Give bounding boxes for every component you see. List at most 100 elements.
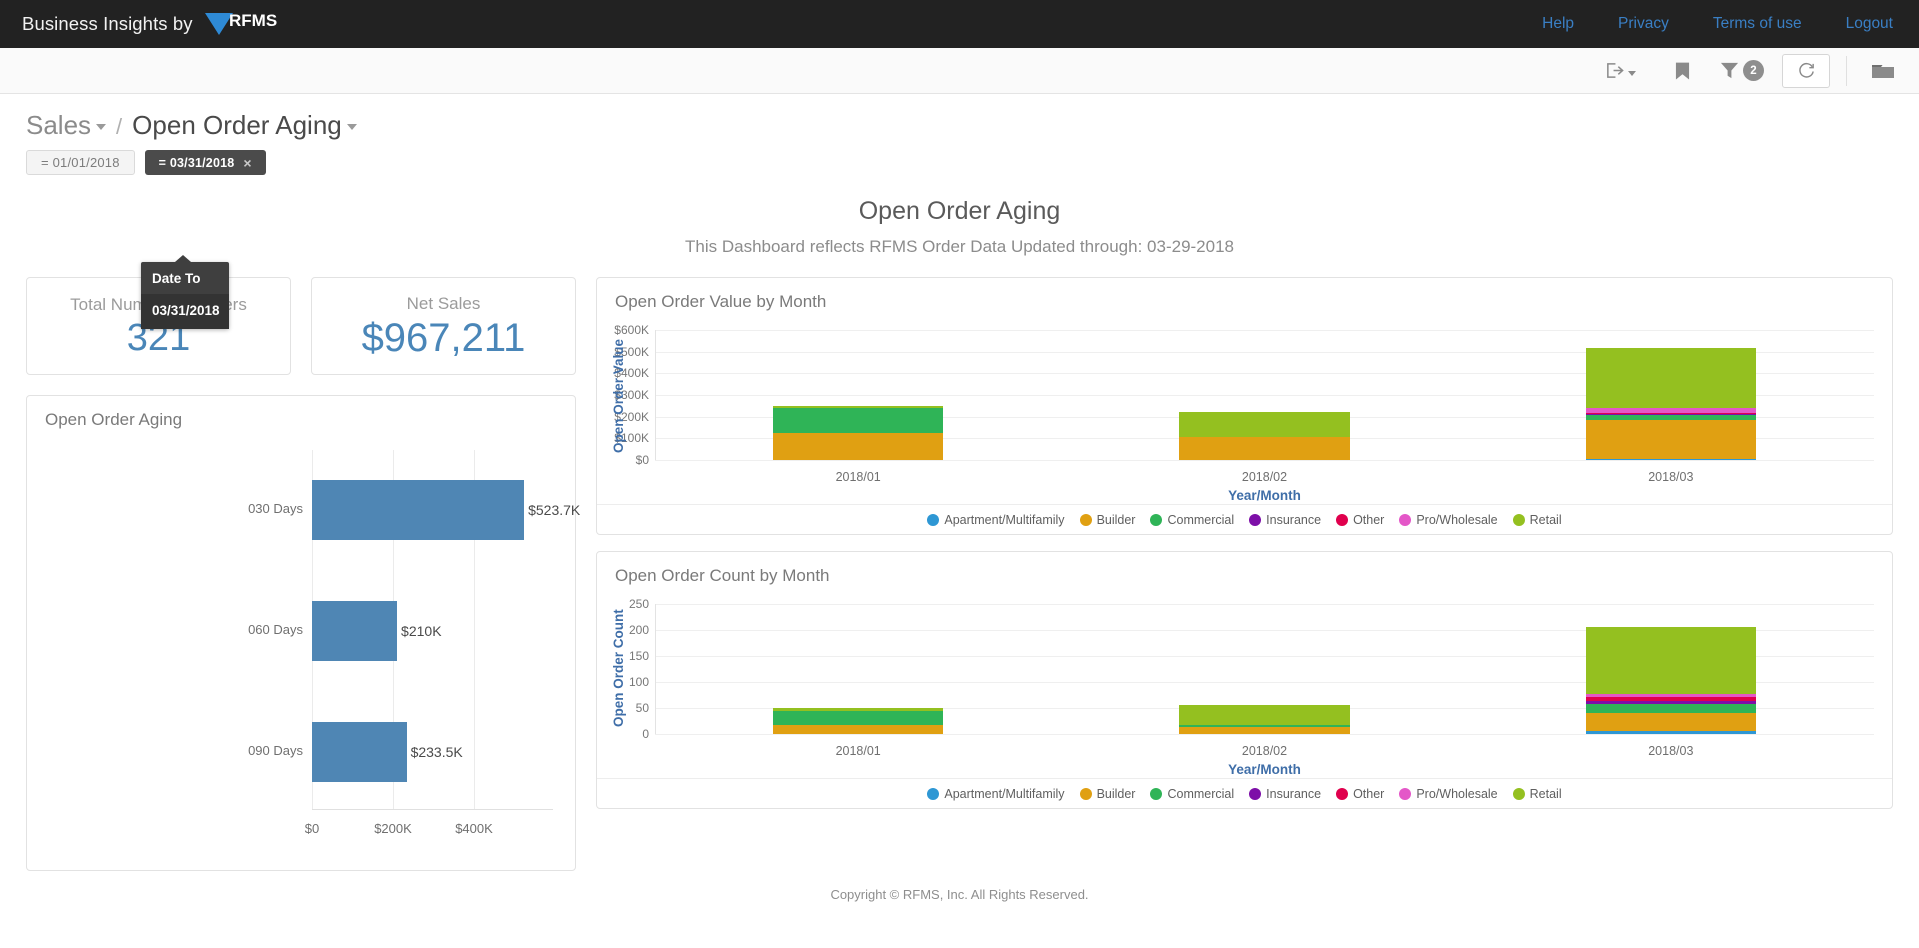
chevron-down-icon bbox=[1627, 71, 1636, 76]
chart-plot-open-order-count[interactable]: 0 50 100 150 200 250 Open Order Count 2018/01 20… bbox=[597, 592, 1892, 778]
x-axis-tick-label: $200K bbox=[374, 821, 412, 836]
legend-item[interactable]: Commercial bbox=[1150, 787, 1234, 801]
refresh-button[interactable] bbox=[1782, 53, 1830, 88]
bar[interactable] bbox=[312, 721, 407, 782]
filter-chip-list: = 01/01/2018 = 03/31/2018 × bbox=[26, 150, 1919, 175]
kpi-value-net-sales: $967,211 bbox=[361, 316, 526, 360]
legend-color-swatch-icon bbox=[1079, 787, 1092, 800]
stack-segment[interactable] bbox=[1179, 412, 1350, 437]
gridline bbox=[655, 734, 1874, 735]
legend-label: Insurance bbox=[1266, 786, 1322, 801]
stack-segment[interactable] bbox=[1585, 730, 1757, 734]
chart-title-open-order-aging: Open Order Aging bbox=[45, 410, 183, 429]
filter-count-badge: 2 bbox=[1743, 60, 1764, 81]
stack-segment[interactable] bbox=[1585, 459, 1757, 460]
breadcrumb-sales-label: Sales bbox=[26, 110, 92, 140]
legend-item[interactable]: Retail bbox=[1512, 512, 1562, 527]
legend-item[interactable]: Commercial bbox=[1150, 513, 1234, 527]
legend-item[interactable]: Insurance bbox=[1249, 513, 1321, 527]
nav-link-terms-of-use[interactable]: Terms of use bbox=[1713, 15, 1802, 33]
legend-item[interactable]: Insurance bbox=[1249, 787, 1321, 801]
legend-item[interactable]: Pro/Wholesale bbox=[1399, 787, 1498, 801]
stack-segment[interactable] bbox=[772, 433, 944, 460]
toolbar-actions: 2 bbox=[1598, 53, 1903, 88]
legend-color-swatch-icon bbox=[1150, 513, 1163, 526]
x-axis-tick-label: $400K bbox=[455, 821, 493, 836]
stack-segment[interactable] bbox=[1585, 627, 1757, 695]
breadcrumb-area: Sales / Open Order Aging = 01/01/2018 = … bbox=[0, 94, 1919, 329]
x-axis-title: Year/Month bbox=[1228, 488, 1301, 503]
legend-color-swatch-icon bbox=[927, 513, 940, 526]
stack-segment[interactable] bbox=[1585, 704, 1757, 713]
stacked-column[interactable] bbox=[772, 707, 944, 734]
stacked-column[interactable] bbox=[772, 406, 944, 460]
legend-item[interactable]: Builder bbox=[1079, 513, 1135, 527]
kpi-row: Total Number of Orders 321 Net Sales $96… bbox=[26, 277, 576, 375]
svg-text:RFMS: RFMS bbox=[229, 11, 277, 30]
bar-value-label: $233.5K bbox=[410, 743, 463, 760]
x-axis-tick-label: $0 bbox=[304, 821, 320, 836]
legend-label: Apartment/Multifamily bbox=[944, 786, 1065, 801]
remove-filter-icon[interactable]: × bbox=[243, 155, 251, 171]
nav-link-logout[interactable]: Logout bbox=[1846, 15, 1893, 33]
stack-segment[interactable] bbox=[1179, 437, 1350, 460]
x-axis-tick-label: 2018/03 bbox=[1648, 744, 1694, 758]
bar[interactable] bbox=[312, 601, 398, 661]
legend-label: Commercial bbox=[1167, 512, 1235, 527]
filter-chip-date-from[interactable]: = 01/01/2018 bbox=[26, 150, 135, 175]
stack-segment[interactable] bbox=[772, 408, 944, 434]
filter-chip-date-to[interactable]: = 03/31/2018 × bbox=[144, 150, 266, 175]
chart-plot-open-order-aging[interactable]: $0 $200K $400K 030 Days $523.7K 060 Days $210K… bbox=[27, 440, 580, 870]
legend-label: Builder bbox=[1096, 786, 1136, 801]
right-column: Open Order Value by Month $0 $100K $200K $3… bbox=[596, 277, 1893, 871]
stacked-column[interactable] bbox=[1585, 627, 1757, 734]
legend-label: Apartment/Multifamily bbox=[944, 512, 1065, 527]
legend-item[interactable]: Pro/Wholesale bbox=[1399, 512, 1498, 527]
stack-segment[interactable] bbox=[1179, 705, 1350, 726]
nav-link-help[interactable]: Help bbox=[1542, 15, 1574, 33]
y-axis-tick-label: $0 bbox=[635, 453, 649, 467]
nav-link-privacy[interactable]: Privacy bbox=[1618, 15, 1669, 33]
y-axis-tick-label: 090 Days bbox=[248, 742, 303, 758]
bookmark-button[interactable] bbox=[1660, 54, 1704, 88]
stack-segment[interactable] bbox=[1179, 726, 1350, 734]
breadcrumb-item-sales[interactable]: Sales bbox=[26, 110, 107, 141]
toolbar-divider bbox=[1846, 55, 1847, 86]
gridline bbox=[655, 460, 1874, 461]
top-nav-links: Help Privacy Terms of use Logout bbox=[1542, 15, 1893, 33]
stacked-column[interactable] bbox=[1585, 347, 1757, 460]
filter-chip-date-from-label: = 01/01/2018 bbox=[41, 155, 120, 170]
open-folder-button[interactable] bbox=[1863, 54, 1903, 88]
legend-item[interactable]: Other bbox=[1336, 513, 1384, 527]
gridline bbox=[655, 330, 1874, 331]
legend-label: Other bbox=[1353, 786, 1385, 801]
legend-item[interactable]: Retail bbox=[1512, 787, 1562, 801]
stack-segment[interactable] bbox=[1585, 712, 1757, 731]
page-subtitle: This Dashboard reflects RFMS Order Data … bbox=[685, 237, 1234, 256]
stack-segment[interactable] bbox=[1585, 347, 1757, 409]
filter-button[interactable]: 2 bbox=[1716, 54, 1768, 88]
legend-label: Pro/Wholesale bbox=[1416, 512, 1498, 527]
stack-segment[interactable] bbox=[772, 711, 944, 726]
legend-item[interactable]: Builder bbox=[1079, 786, 1136, 801]
y-axis-tick-label: 0 bbox=[642, 727, 649, 741]
export-button[interactable] bbox=[1598, 54, 1642, 88]
stack-segment[interactable] bbox=[1585, 420, 1757, 460]
bar[interactable] bbox=[312, 480, 525, 541]
chart-plot-open-order-value[interactable]: $0 $100K $200K $300K $400K $500K $600K Open Ord… bbox=[597, 318, 1892, 504]
breadcrumb-item-current[interactable]: Open Order Aging bbox=[132, 110, 357, 141]
legend-item[interactable]: Other bbox=[1336, 787, 1384, 801]
legend-item[interactable]: Apartment/Multifamily bbox=[927, 512, 1065, 527]
stack-segment[interactable] bbox=[772, 725, 944, 734]
stacked-column[interactable] bbox=[1179, 412, 1350, 460]
legend-color-swatch-icon bbox=[1336, 787, 1349, 800]
legend-color-swatch-icon bbox=[1079, 513, 1092, 526]
legend-label: Retail bbox=[1529, 512, 1562, 527]
legend-label: Commercial bbox=[1167, 786, 1235, 801]
stacked-column[interactable] bbox=[1179, 705, 1350, 734]
y-axis-tick-label: 150 bbox=[628, 649, 649, 663]
gridline bbox=[655, 604, 1874, 605]
legend-item[interactable]: Apartment/Multifamily bbox=[927, 786, 1065, 801]
y-axis-title: Open Order Count bbox=[611, 609, 626, 727]
chart-legend-open-order-value: Apartment/Multifamily Builder Commercial In… bbox=[597, 504, 1892, 534]
